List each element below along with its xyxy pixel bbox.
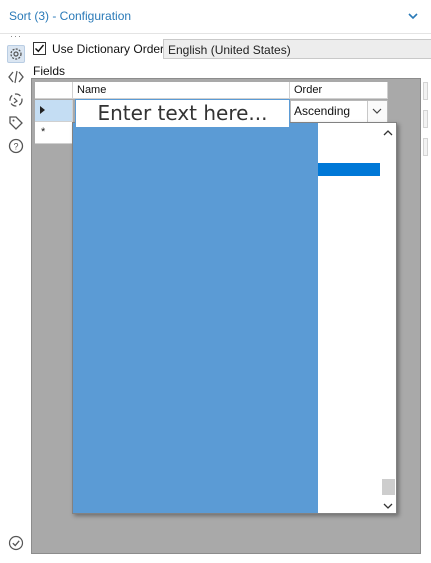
dropdown-selected-item[interactable] [318,163,380,176]
field-dropdown-list[interactable] [72,122,397,514]
language-dropdown[interactable]: English (United States) [163,39,431,59]
order-value: Ascending [294,104,351,118]
row-header-current[interactable] [35,100,73,122]
tag-icon[interactable] [7,114,25,132]
chevron-down-icon[interactable] [407,10,419,22]
ellipsis-icon[interactable]: ··· [10,31,22,41]
scroll-down-icon[interactable] [382,500,394,510]
configuration-header: Sort (3) - Configuration [0,0,431,34]
grid-corner [35,82,73,99]
column-header-name[interactable]: Name [73,82,290,99]
edge-button-top[interactable] [423,82,428,100]
use-dictionary-checkbox[interactable] [33,42,46,55]
use-dictionary-label: Use Dictionary Order [52,42,165,56]
scroll-thumb[interactable] [382,479,395,495]
annotation-textbox[interactable]: Enter text here... [75,99,290,128]
connection-icon[interactable] [7,91,25,109]
order-dropdown-button[interactable] [367,101,387,122]
edge-button-middle[interactable] [423,110,428,128]
code-icon[interactable] [7,68,25,86]
check-circle-icon[interactable] [8,535,24,551]
scroll-up-icon[interactable] [382,127,394,137]
dropdown-scrollbar[interactable] [380,123,396,513]
current-row-arrow-icon [40,106,45,114]
dropdown-overlay-shape [73,123,318,513]
row-header-new[interactable]: * [35,122,73,144]
panel-title: Sort (3) - Configuration [9,9,132,23]
gear-icon[interactable] [7,45,25,63]
svg-text:?: ? [13,142,18,152]
help-icon[interactable]: ? [7,137,25,155]
column-header-order[interactable]: Order [290,82,388,99]
new-row-marker: * [41,126,46,138]
edge-button-bottom[interactable] [423,138,428,156]
order-select[interactable]: Ascending [290,100,388,123]
fields-label: Fields [33,64,66,78]
